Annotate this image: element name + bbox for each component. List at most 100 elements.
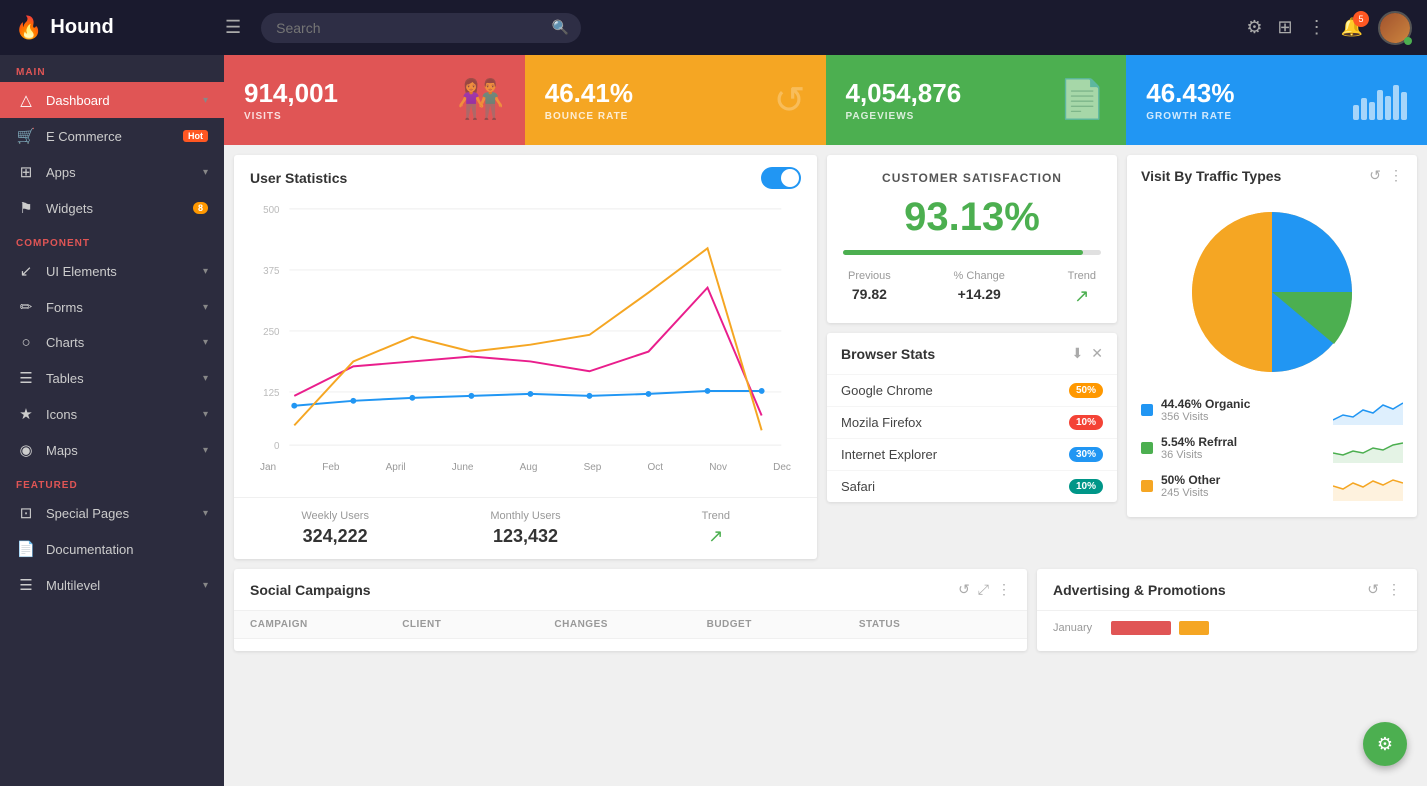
traffic-card: Visit By Traffic Types ↺ ⋮ [1127,155,1417,517]
more-icon[interactable]: ⋮ [1308,17,1326,38]
refresh-icon-sc[interactable]: ↺ [958,581,970,598]
x-label-feb: Feb [322,462,339,473]
more-icon-sc[interactable]: ⋮ [997,581,1011,598]
fab-button[interactable]: ⚙ [1363,722,1407,766]
monthly-label: Monthly Users [440,510,610,522]
csat-stats: Previous 79.82 % Change +14.29 Trend ↗ [843,270,1101,307]
sidebar-label-widgets: Widgets [46,201,183,216]
sidebar-item-forms[interactable]: ✏ Forms ▾ [0,289,224,325]
organic-color [1141,404,1153,416]
search-input[interactable] [261,13,581,43]
sidebar-item-documentation[interactable]: 📄 Documentation [0,531,224,567]
hamburger-icon[interactable]: ☰ [225,17,241,38]
organic-sublabel: 356 Visits [1161,411,1325,423]
expand-icon-sc[interactable]: ⤢ [978,581,989,598]
browser-item-firefox: Mozila Firefox 10% [827,406,1117,438]
legend-referral: 5.54% Refrral 36 Visits [1141,433,1403,463]
browser-item-safari: Safari 10% [827,470,1117,502]
main-layout: MAIN △ Dashboard ▾ 🛒 E Commerce Hot ⊞ Ap… [0,55,1427,786]
more-icon[interactable]: ⋮ [1389,167,1403,184]
sidebar-item-ui-elements[interactable]: ↙ UI Elements ▾ [0,253,224,289]
x-label-nov: Nov [709,462,727,473]
toggle-switch[interactable] [761,167,801,189]
x-label-april: April [386,462,406,473]
th-status: STATUS [859,619,1011,630]
x-label-sep: Sep [584,462,602,473]
ecommerce-icon: 🛒 [16,127,36,145]
sidebar-item-tables[interactable]: ☰ Tables ▾ [0,360,224,396]
sidebar-item-multilevel[interactable]: ☰ Multilevel ▾ [0,567,224,603]
svg-text:125: 125 [263,388,280,399]
advertising-title: Advertising & Promotions [1053,582,1226,598]
more-icon-adv[interactable]: ⋮ [1387,581,1401,598]
referral-text: 5.54% Refrral 36 Visits [1161,435,1325,461]
organic-label: 44.46% Organic [1161,397,1325,411]
grid-icon[interactable]: ⊞ [1277,17,1292,38]
user-stats-header: User Statistics [234,155,817,197]
sidebar-item-widgets[interactable]: ⚑ Widgets 8 [0,190,224,226]
advertising-actions: ↺ ⋮ [1367,581,1401,598]
other-text: 50% Other 245 Visits [1161,473,1325,499]
csat-percent: 93.13% [843,195,1101,240]
traffic-title: Visit By Traffic Types [1141,168,1281,184]
chevron-icon-forms: ▾ [203,302,208,313]
people-icon: 👫 [457,78,504,122]
x-label-jan: Jan [260,462,276,473]
csat-trend-icon: ↗ [1068,286,1096,307]
social-campaigns-actions: ↺ ⤢ ⋮ [958,581,1011,598]
sidebar-item-maps[interactable]: ◉ Maps ▾ [0,432,224,468]
sidebar-label-ui-elements: UI Elements [46,264,193,279]
sidebar-item-special-pages[interactable]: ⊡ Special Pages ▾ [0,495,224,531]
csat-title: CUSTOMER SATISFACTION [843,171,1101,185]
sidebar-item-dashboard[interactable]: △ Dashboard ▾ [0,82,224,118]
hot-badge: Hot [183,130,208,142]
browser-item-chrome: Google Chrome 50% [827,374,1117,406]
stat-card-visits: 914,001 VISITS 👫 [224,55,525,145]
safari-label: Safari [841,479,1069,494]
content-area: 914,001 VISITS 👫 46.41% BOUNCE RATE ↺ 4,… [224,55,1427,786]
sidebar-item-apps[interactable]: ⊞ Apps ▾ [0,154,224,190]
csat-trend-label: Trend [1068,270,1096,282]
chart-area: 500 375 250 125 0 [234,197,817,497]
browser-actions: ⬇ ✕ [1072,345,1103,362]
chevron-icon: ▾ [203,95,208,106]
adv-jan-row: January [1053,621,1401,635]
chevron-icon-maps: ▾ [203,445,208,456]
refresh-icon-adv[interactable]: ↺ [1367,581,1379,598]
ie-label: Internet Explorer [841,447,1069,462]
firefox-label: Mozila Firefox [841,415,1069,430]
jan-bar-yellow [1179,621,1209,635]
sidebar-item-charts[interactable]: ○ Charts ▾ [0,325,224,360]
apps-icon: ⊞ [16,163,36,181]
sidebar-label-special-pages: Special Pages [46,506,193,521]
advertising-card: Advertising & Promotions ↺ ⋮ January [1037,569,1417,651]
special-pages-icon: ⊡ [16,504,36,522]
barchart-icon [1353,80,1407,120]
legend-organic: 44.46% Organic 356 Visits [1141,395,1403,425]
online-indicator [1404,37,1412,45]
stat-cards-row: 914,001 VISITS 👫 46.41% BOUNCE RATE ↺ 4,… [224,55,1427,145]
sidebar-item-icons[interactable]: ★ Icons ▾ [0,396,224,432]
bounce-label: BOUNCE RATE [545,111,633,122]
sidebar-label-documentation: Documentation [46,542,208,557]
chevron-icon-ui: ▾ [203,266,208,277]
other-sparkline [1333,471,1403,501]
user-avatar-wrap[interactable] [1378,11,1412,45]
csat-change-value: +14.29 [954,286,1005,302]
sidebar-item-ecommerce[interactable]: 🛒 E Commerce Hot [0,118,224,154]
close-icon[interactable]: ✕ [1091,345,1103,362]
sidebar-label-tables: Tables [46,371,193,386]
gear-icon[interactable]: ⚙ [1246,17,1262,38]
refresh-icon[interactable]: ↺ [1369,167,1381,184]
sidebar-section-featured: FEATURED [0,468,224,495]
chevron-icon-charts: ▾ [203,337,208,348]
download-icon[interactable]: ⬇ [1072,345,1084,362]
forms-icon: ✏ [16,298,36,316]
th-changes: CHANGES [554,619,706,630]
documentation-icon: 📄 [16,540,36,558]
notification-button[interactable]: 🔔 5 [1341,17,1363,38]
col-side: CUSTOMER SATISFACTION 93.13% Previous 79… [827,155,1117,559]
referral-sublabel: 36 Visits [1161,449,1325,461]
fab-icon: ⚙ [1377,734,1393,755]
multilevel-icon: ☰ [16,576,36,594]
